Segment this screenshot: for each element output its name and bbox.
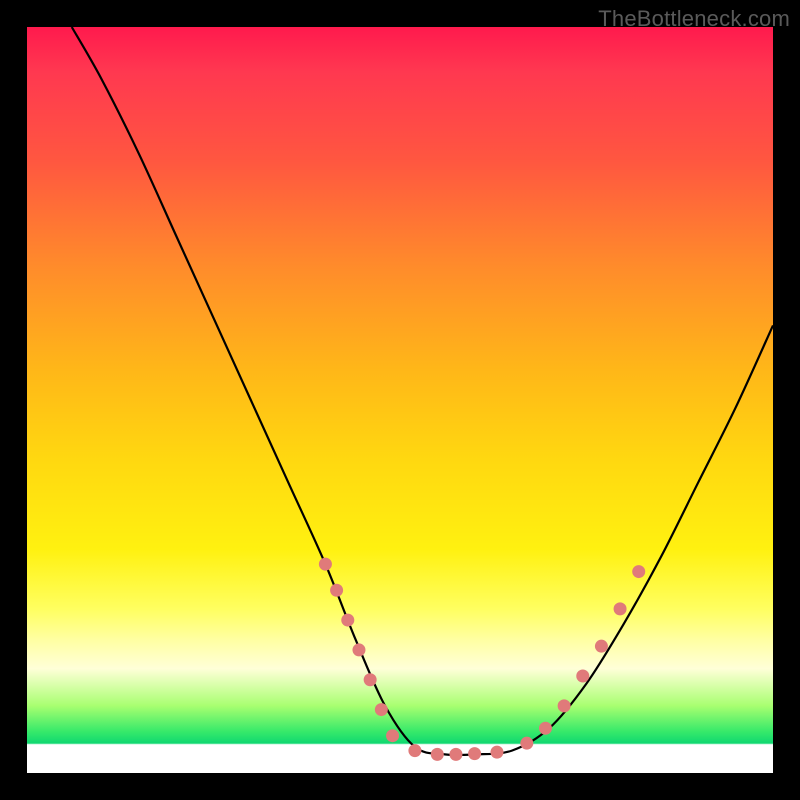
highlight-dot [364,673,377,686]
watermark-text: TheBottleneck.com [598,6,790,32]
highlight-dot [576,670,589,683]
plot-area [27,27,773,773]
bottleneck-curve [72,27,773,755]
highlight-dot [632,565,645,578]
highlight-dot [520,737,533,750]
highlight-dot [386,729,399,742]
highlight-dot [539,722,552,735]
highlight-dots [319,558,645,761]
highlight-dot [408,744,421,757]
highlight-dot [330,584,343,597]
highlight-dot [375,703,388,716]
highlight-dot [431,748,444,761]
highlight-dot [614,602,627,615]
highlight-dot [595,640,608,653]
highlight-dot [319,558,332,571]
highlight-dot [341,614,354,627]
highlight-dot [558,699,571,712]
curve-svg [27,27,773,773]
highlight-dot [468,747,481,760]
highlight-dot [352,643,365,656]
highlight-dot [449,748,462,761]
chart-container: TheBottleneck.com [0,0,800,800]
highlight-dot [490,746,503,759]
